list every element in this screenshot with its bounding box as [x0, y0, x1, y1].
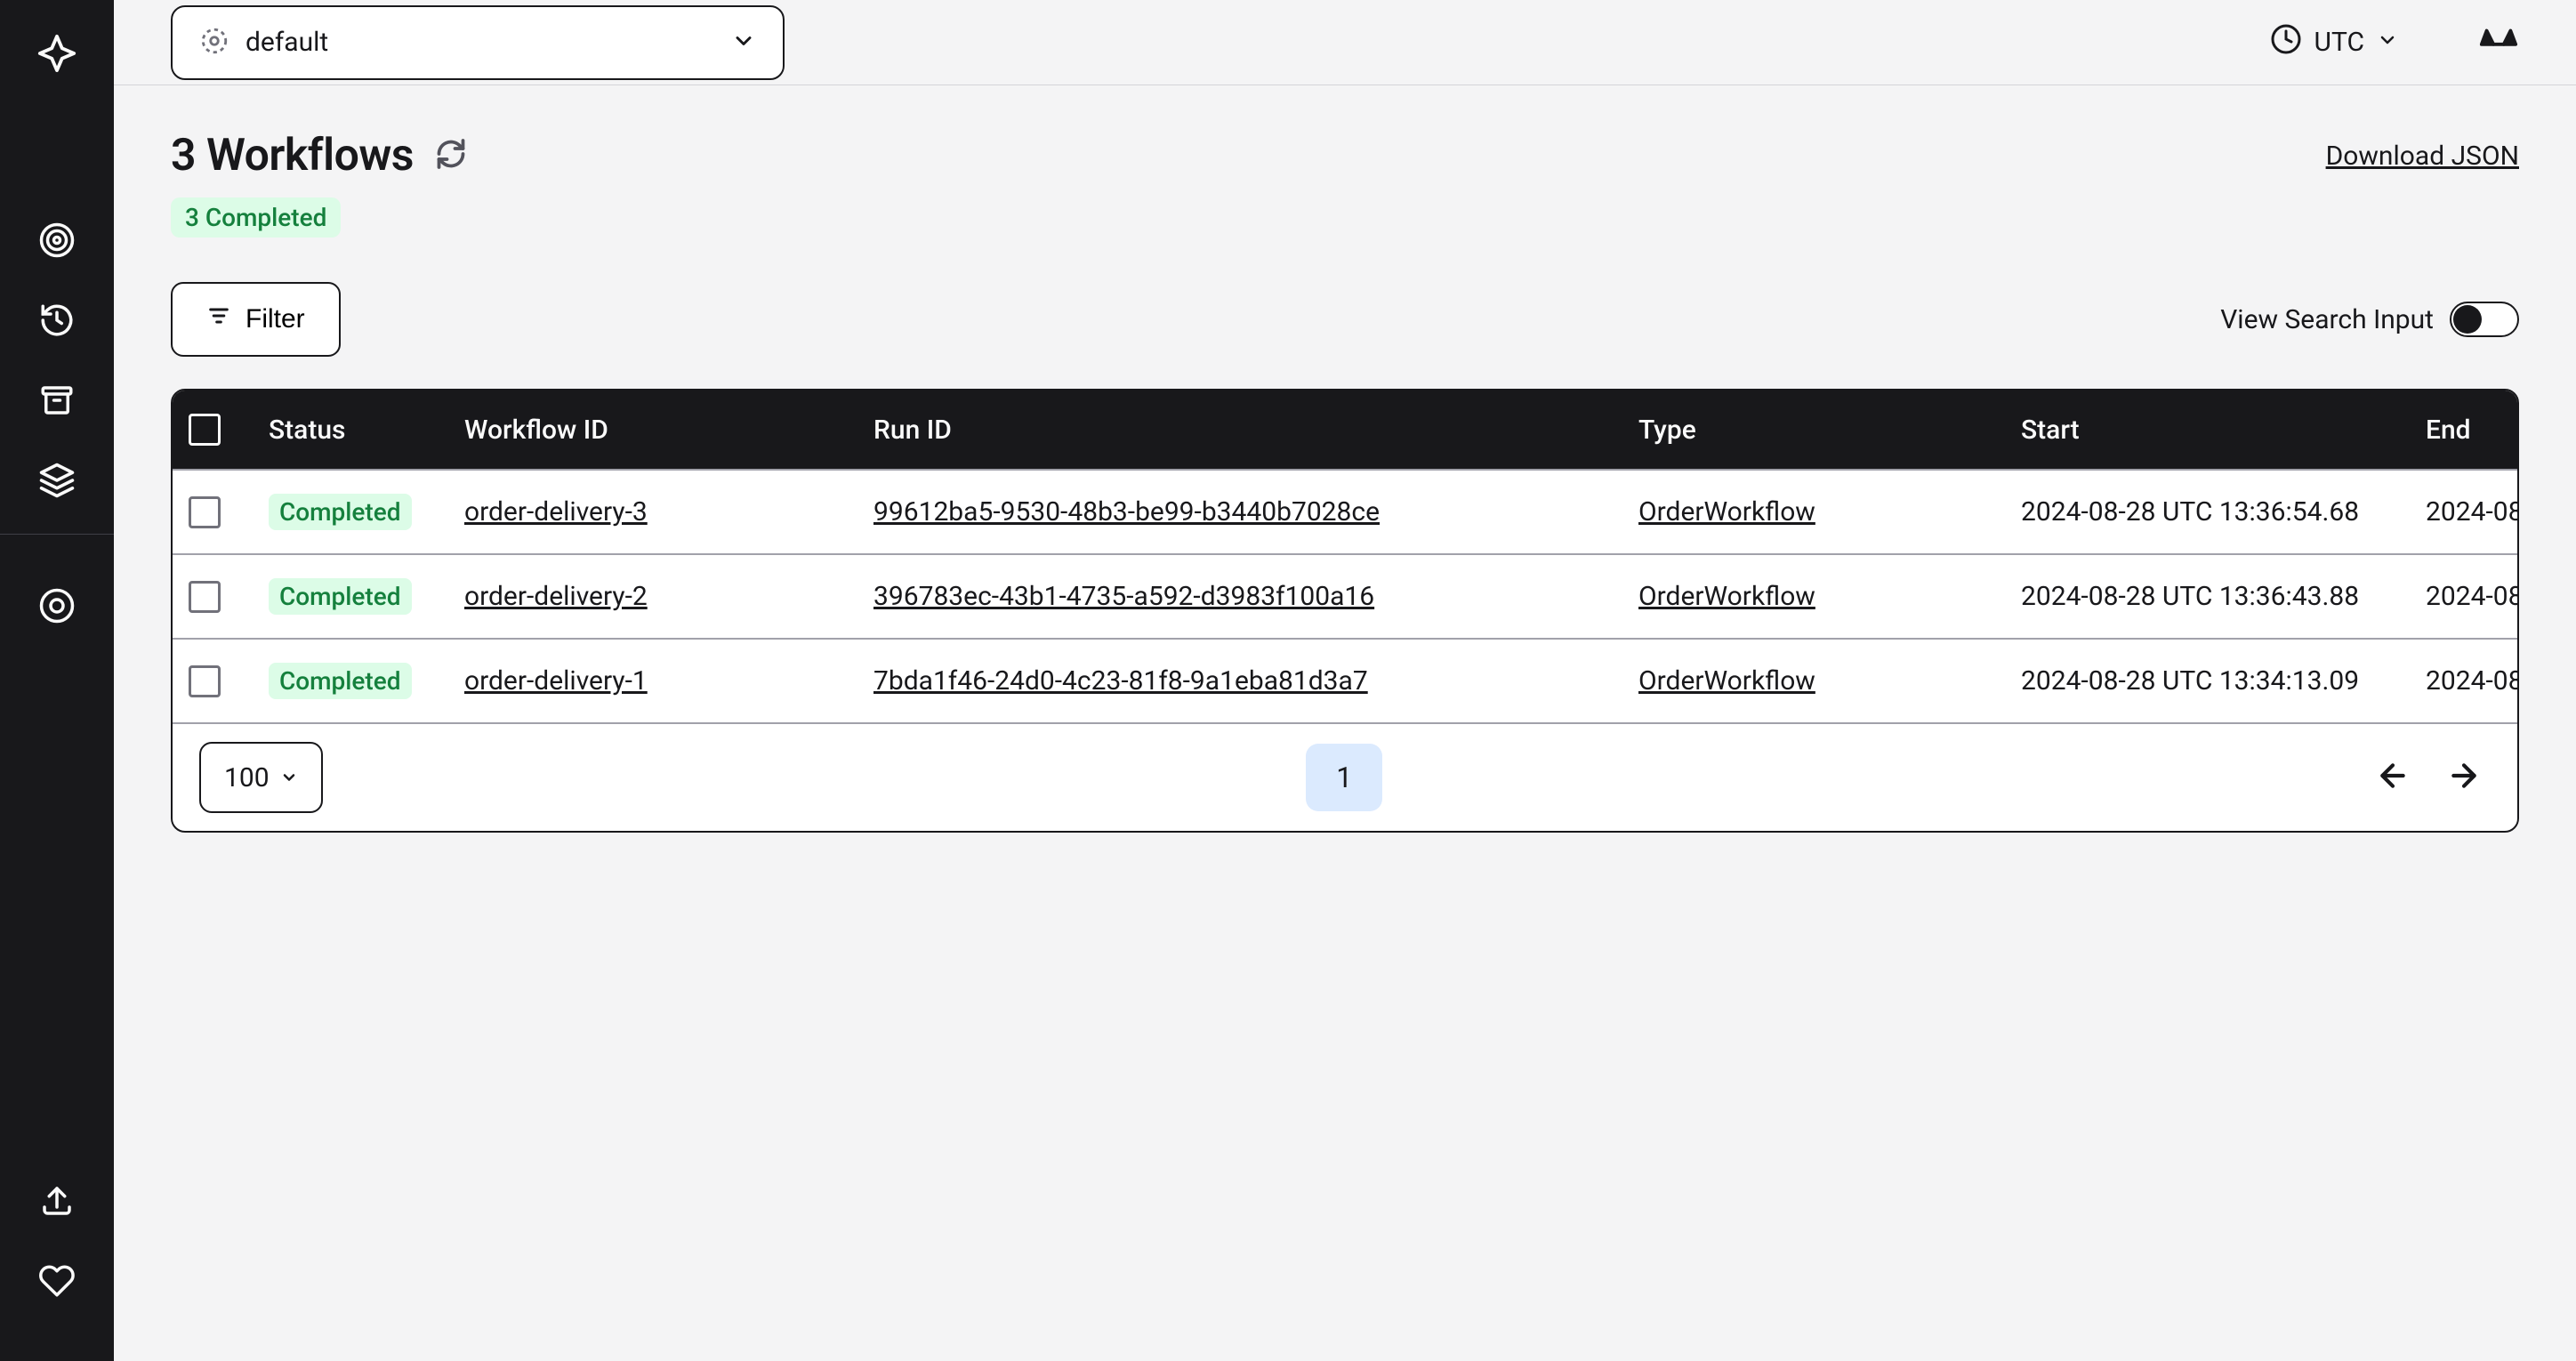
chevron-down-icon: [2377, 27, 2398, 58]
chevron-down-icon: [731, 28, 756, 57]
archive-icon[interactable]: [30, 374, 84, 427]
start-time: 2024-08-28 UTC 13:34:13.09: [2021, 665, 2359, 697]
type-link[interactable]: OrderWorkflow: [1638, 496, 1815, 527]
page-size-value: 100: [224, 762, 270, 793]
run-id-link[interactable]: 7bda1f46-24d0-4c23-81f8-9a1eba81d3a7: [873, 665, 1368, 697]
col-header-start[interactable]: Start: [2005, 391, 2410, 470]
start-time: 2024-08-28 UTC 13:36:54.68: [2021, 496, 2359, 527]
filter-button[interactable]: Filter: [171, 282, 341, 357]
workflow-id-link[interactable]: order-delivery-3: [464, 496, 648, 527]
page-title: 3 Workflows: [171, 130, 414, 181]
end-time: 2024-08-2: [2426, 665, 2519, 697]
start-time: 2024-08-28 UTC 13:36:43.88: [2021, 581, 2359, 612]
table-row: Completed order-delivery-3 99612ba5-9530…: [173, 470, 2519, 554]
row-checkbox[interactable]: [189, 665, 221, 697]
col-header-end[interactable]: End: [2410, 391, 2519, 470]
current-page[interactable]: 1: [1306, 744, 1382, 811]
refresh-button[interactable]: [435, 138, 467, 173]
topbar: default UTC: [114, 0, 2576, 85]
target-icon[interactable]: [30, 213, 84, 267]
swirl-icon[interactable]: [30, 579, 84, 632]
timezone-select[interactable]: UTC: [2270, 23, 2398, 62]
clock-icon: [2270, 23, 2302, 62]
col-header-status[interactable]: Status: [253, 391, 448, 470]
table-row: Completed order-delivery-1 7bda1f46-24d0…: [173, 639, 2519, 722]
col-header-type[interactable]: Type: [1622, 391, 2005, 470]
filter-label: Filter: [246, 304, 305, 334]
heart-icon[interactable]: [30, 1254, 84, 1308]
namespace-icon: [199, 26, 229, 60]
view-search-input-toggle[interactable]: [2450, 302, 2519, 337]
type-link[interactable]: OrderWorkflow: [1638, 581, 1815, 612]
namespace-select[interactable]: default: [171, 5, 785, 80]
upload-icon[interactable]: [30, 1174, 84, 1228]
timezone-label: UTC: [2314, 27, 2364, 58]
select-all-checkbox[interactable]: [189, 414, 221, 446]
status-badge: Completed: [269, 578, 412, 615]
workflow-id-link[interactable]: order-delivery-2: [464, 581, 648, 612]
sidebar: [0, 0, 114, 1361]
status-badge: Completed: [269, 494, 412, 530]
type-link[interactable]: OrderWorkflow: [1638, 665, 1815, 697]
page-size-select[interactable]: 100: [199, 742, 323, 813]
workflow-id-link[interactable]: order-delivery-1: [464, 665, 648, 697]
run-id-link[interactable]: 99612ba5-9530-48b3-be99-b3440b7028ce: [873, 496, 1380, 527]
workflows-table: Status Workflow ID Run ID Type Start End…: [171, 389, 2519, 833]
history-icon[interactable]: [30, 294, 84, 347]
namespace-value: default: [246, 27, 715, 58]
download-json-link[interactable]: Download JSON: [2326, 141, 2519, 172]
col-header-run-id[interactable]: Run ID: [857, 391, 1622, 470]
col-header-workflow-id[interactable]: Workflow ID: [448, 391, 857, 470]
end-time: 2024-08-2: [2426, 496, 2519, 527]
run-id-link[interactable]: 396783ec-43b1-4735-a592-d3983f100a16: [873, 581, 1374, 612]
glasses-icon[interactable]: [2478, 20, 2519, 65]
prev-page-button[interactable]: [2366, 749, 2419, 806]
layers-icon[interactable]: [30, 454, 84, 507]
end-time: 2024-08-2: [2426, 581, 2519, 612]
row-checkbox[interactable]: [189, 496, 221, 528]
next-page-button[interactable]: [2437, 749, 2491, 806]
filter-icon: [206, 303, 231, 335]
completed-summary-badge: 3 Completed: [171, 197, 341, 238]
logo-icon[interactable]: [30, 27, 84, 80]
row-checkbox[interactable]: [189, 581, 221, 613]
table-row: Completed order-delivery-2 396783ec-43b1…: [173, 554, 2519, 639]
pagination: 100 1: [173, 722, 2517, 831]
view-search-input-label: View Search Input: [2220, 304, 2434, 335]
chevron-down-icon: [280, 762, 298, 793]
status-badge: Completed: [269, 663, 412, 699]
